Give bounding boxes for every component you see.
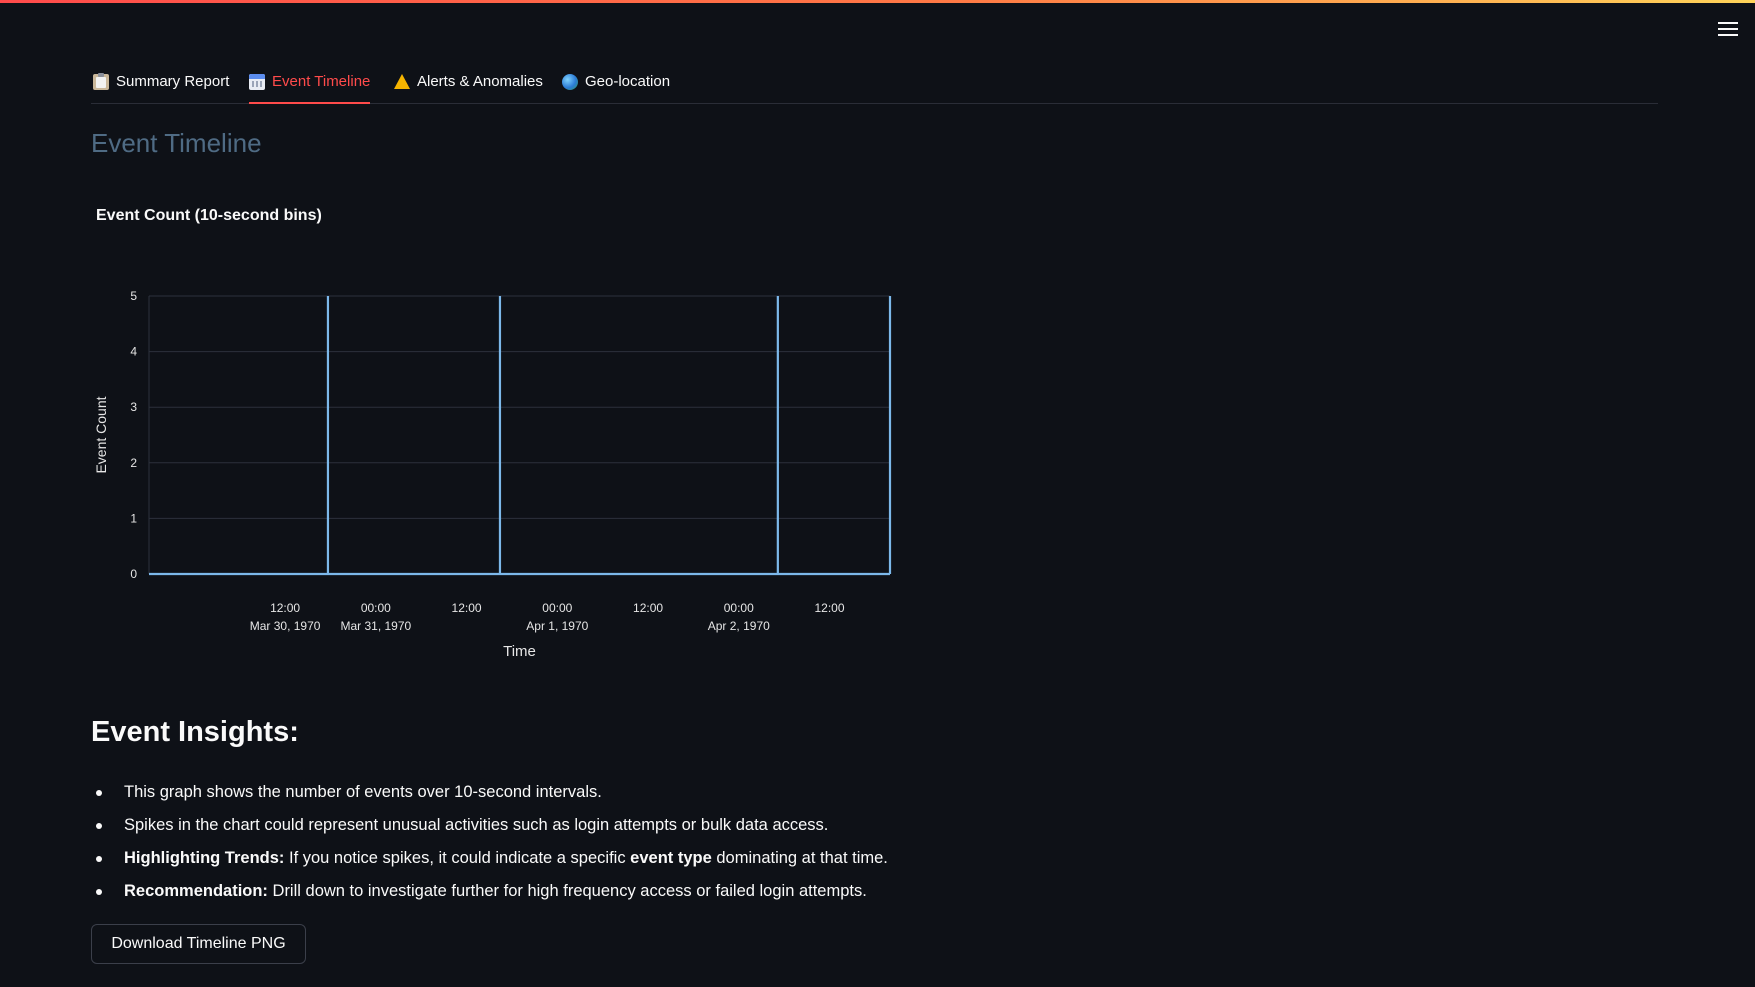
y-tick-label: 3 (130, 400, 137, 414)
x-tick-label: 00:00 (724, 601, 754, 615)
list-item: Recommendation: Drill down to investigat… (91, 875, 888, 908)
insight-bold-label: Recommendation: (124, 882, 268, 900)
globe-icon (562, 73, 578, 90)
event-count-chart[interactable]: 0 1 2 3 4 5 12:00 Mar 30, 1970 00:00 Mar 31, 197… (80, 260, 910, 670)
top-accent-bar (0, 0, 1755, 3)
list-item: Highlighting Trends: If you notice spike… (91, 842, 888, 875)
y-axis-label: Event Count (93, 396, 109, 473)
x-axis-ticks: 12:00 Mar 30, 1970 00:00 Mar 31, 1970 12:00 0… (250, 601, 845, 633)
tab-summary-report[interactable]: Summary Report (93, 60, 229, 103)
x-tick-date-label: Apr 1, 1970 (526, 619, 588, 633)
insight-text: If you notice spikes, it could indicate … (284, 849, 631, 867)
hamburger-icon-line (1718, 34, 1738, 36)
tab-label: Alerts & Anomalies (417, 73, 543, 90)
insight-text: Drill down to investigate further for hi… (267, 882, 867, 900)
insight-text: dominating at that time. (711, 849, 888, 867)
list-item: Spikes in the chart could represent unus… (91, 809, 888, 842)
page-title: Event Timeline (91, 128, 262, 158)
download-timeline-button[interactable]: Download Timeline PNG (91, 924, 306, 964)
tab-event-timeline[interactable]: Event Timeline (249, 60, 371, 104)
y-tick-label: 0 (130, 567, 137, 581)
insight-text: This graph shows the number of events ov… (124, 783, 602, 801)
x-tick-label: 12:00 (452, 601, 482, 615)
x-tick-label: 00:00 (361, 601, 391, 615)
tab-label: Geo-location (585, 73, 671, 90)
y-tick-label: 4 (130, 345, 137, 359)
tab-geo-location[interactable]: Geo-location (562, 60, 670, 103)
tab-label: Event Timeline (272, 73, 371, 90)
x-tick-date-label: Apr 2, 1970 (708, 619, 770, 633)
main-menu-button[interactable] (1711, 18, 1745, 42)
x-tick-date-label: Mar 31, 1970 (340, 619, 411, 633)
x-tick-date-label: Mar 30, 1970 (250, 619, 321, 633)
x-tick-label: 12:00 (814, 601, 844, 615)
x-tick-label: 12:00 (270, 601, 300, 615)
y-tick-label: 1 (130, 511, 137, 525)
y-tick-label: 5 (130, 289, 137, 303)
warning-icon (394, 74, 410, 89)
list-item: This graph shows the number of events ov… (91, 776, 888, 809)
tab-alerts-anomalies[interactable]: Alerts & Anomalies (394, 60, 543, 103)
x-tick-label: 00:00 (542, 601, 572, 615)
insight-text: Spikes in the chart could represent unus… (124, 816, 829, 834)
y-tick-label: 2 (130, 456, 137, 470)
y-axis-ticks: 0 1 2 3 4 5 (130, 289, 137, 581)
hamburger-icon-line (1718, 28, 1738, 30)
calendar-icon (249, 73, 265, 90)
insight-bold-label: Highlighting Trends: (124, 849, 285, 867)
tab-bar: Summary Report Event Timeline Alerts & A… (91, 60, 1658, 104)
insights-heading: Event Insights: (91, 716, 299, 748)
clipboard-icon (93, 72, 109, 90)
tab-label: Summary Report (116, 73, 230, 90)
insights-list: This graph shows the number of events ov… (91, 776, 888, 908)
insight-bold-term: event type (630, 849, 712, 867)
x-tick-label: 12:00 (633, 601, 663, 615)
chart-title: Event Count (10-second bins) (96, 207, 322, 224)
series-line (149, 296, 892, 576)
hamburger-icon (1718, 22, 1738, 24)
x-axis-label: Time (503, 643, 536, 660)
